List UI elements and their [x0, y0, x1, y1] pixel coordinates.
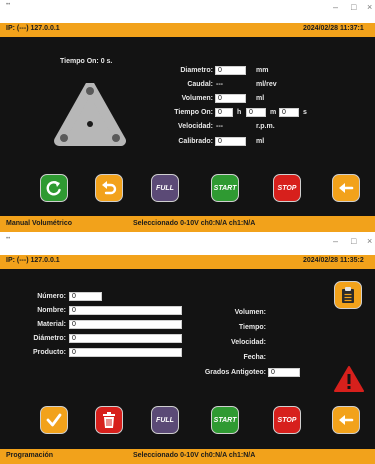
- selection-status: Seleccionado 0-10V ch0:N/A ch1:N/A: [133, 452, 256, 459]
- check-icon: [46, 413, 62, 427]
- seconds-unit: s: [303, 109, 307, 116]
- minimize-button[interactable]: –: [333, 1, 338, 13]
- trash-icon: [103, 412, 115, 428]
- fecha-label: Fecha:: [243, 354, 266, 361]
- back-button[interactable]: [332, 406, 360, 434]
- diametro-input[interactable]: 0: [215, 66, 246, 75]
- confirm-button[interactable]: [40, 406, 68, 434]
- full-button[interactable]: FULL: [151, 174, 179, 202]
- maximize-button[interactable]: □: [351, 235, 356, 247]
- undo-icon: [102, 181, 117, 195]
- nombre-input[interactable]: 0: [69, 306, 182, 315]
- producto-input[interactable]: 0: [69, 348, 182, 357]
- start-label: START: [213, 184, 237, 192]
- title-bar: •• – □ ×: [0, 234, 375, 248]
- clipboard-icon: [342, 287, 354, 303]
- volumen-label: Volumen:: [234, 309, 266, 316]
- back-button[interactable]: [332, 174, 360, 202]
- diametro-unit: mm: [256, 67, 269, 74]
- calibrado-unit: ml: [256, 138, 265, 145]
- ip-address: IP: (---) 127.0.0.1: [6, 25, 60, 32]
- minutes-unit: m: [270, 109, 277, 116]
- warning-icon: [334, 366, 364, 392]
- stop-label: STOP: [277, 416, 297, 424]
- delete-button[interactable]: [95, 406, 123, 434]
- tiempo-seconds-input[interactable]: 0: [279, 108, 299, 117]
- back-arrow-icon: [339, 415, 354, 425]
- calibrado-label: Calibrado:: [178, 138, 213, 145]
- datetime: 2024/02/28 11:37:1: [303, 25, 364, 32]
- numero-label: Número:: [37, 293, 66, 300]
- close-button[interactable]: ×: [367, 1, 372, 13]
- maximize-button[interactable]: □: [351, 1, 356, 13]
- velocidad-unit: r.p.m.: [256, 123, 275, 130]
- programacion-window: •• – □ × IP: (---) 127.0.0.1 2024/02/28 …: [0, 234, 375, 464]
- stop-label: STOP: [277, 184, 297, 192]
- diametro-label: Diámetro:: [33, 335, 66, 342]
- velocidad-label: Velocidad:: [177, 123, 213, 130]
- datetime: 2024/02/28 11:35:2: [303, 257, 364, 264]
- start-button[interactable]: START: [211, 406, 239, 434]
- volumen-label: Volumen:: [181, 95, 213, 102]
- tiempo-on-status: Tiempo On: 0 s.: [60, 58, 113, 65]
- main-panel: Tiempo On: 0 s. Diametro: 0 mm Caudal: -…: [0, 37, 375, 216]
- back-arrow-icon: [339, 183, 354, 193]
- stop-button[interactable]: STOP: [273, 174, 301, 202]
- status-bar: Manual Volumétrico Seleccionado 0-10V ch…: [0, 216, 375, 232]
- status-bar: Programación Seleccionado 0-10V ch0:N/A …: [0, 449, 375, 464]
- diametro-input[interactable]: 0: [69, 334, 182, 343]
- numero-input[interactable]: 0: [69, 292, 102, 301]
- nombre-label: Nombre:: [37, 307, 66, 314]
- pump-head-icon: [54, 83, 126, 146]
- full-label: FULL: [156, 416, 174, 424]
- volumen-input[interactable]: 0: [215, 94, 246, 103]
- diametro-label: Diametro:: [180, 67, 213, 74]
- tiempo-minutes-input[interactable]: 0: [246, 108, 266, 117]
- full-button[interactable]: FULL: [151, 406, 179, 434]
- start-label: START: [213, 416, 237, 424]
- velocidad-value: ---: [216, 123, 223, 130]
- start-button[interactable]: START: [211, 174, 239, 202]
- undo-button[interactable]: [95, 174, 123, 202]
- header-bar: IP: (---) 127.0.0.1 2024/02/28 11:35:2: [0, 255, 375, 269]
- app-icon: ••: [6, 236, 11, 242]
- header-bar: IP: (---) 127.0.0.1 2024/02/28 11:37:1: [0, 23, 375, 37]
- mode-label: Manual Volumétrico: [6, 220, 72, 227]
- app-icon: ••: [6, 2, 11, 8]
- material-label: Material:: [37, 321, 66, 328]
- tiempo-label: Tiempo:: [238, 324, 266, 331]
- volumen-unit: ml: [256, 95, 265, 102]
- tiempo-on-label: Tiempo On:: [174, 109, 213, 116]
- full-label: FULL: [156, 184, 174, 192]
- clipboard-button[interactable]: [334, 281, 362, 309]
- material-input[interactable]: 0: [69, 320, 182, 329]
- grados-antigoteo-input[interactable]: 0: [268, 368, 300, 377]
- ip-address: IP: (---) 127.0.0.1: [6, 257, 60, 264]
- title-bar: •• – □ ×: [0, 0, 375, 14]
- calibrado-input[interactable]: 0: [215, 137, 246, 146]
- grados-antigoteo-label: Grados Antigoteo:: [204, 369, 266, 376]
- minimize-button[interactable]: –: [333, 235, 338, 247]
- mode-label: Programación: [6, 452, 54, 459]
- manual-volumetrico-window: •• – □ × IP: (---) 127.0.0.1 2024/02/28 …: [0, 0, 375, 232]
- refresh-button[interactable]: [40, 174, 68, 202]
- velocidad-label: Velocidad:: [230, 339, 266, 346]
- hours-unit: h: [237, 109, 242, 116]
- refresh-icon: [46, 181, 61, 196]
- stop-button[interactable]: STOP: [273, 406, 301, 434]
- tiempo-hours-input[interactable]: 0: [215, 108, 233, 117]
- close-button[interactable]: ×: [367, 235, 372, 247]
- caudal-unit: ml/rev: [256, 81, 277, 88]
- caudal-value: ---: [216, 81, 223, 88]
- selection-status: Seleccionado 0-10V ch0:N/A ch1:N/A: [133, 220, 256, 227]
- producto-label: Producto:: [32, 349, 66, 356]
- caudal-label: Caudal:: [187, 81, 213, 88]
- main-panel: Número: 0 Nombre: 0 Material: 0 Diámetro…: [0, 269, 375, 449]
